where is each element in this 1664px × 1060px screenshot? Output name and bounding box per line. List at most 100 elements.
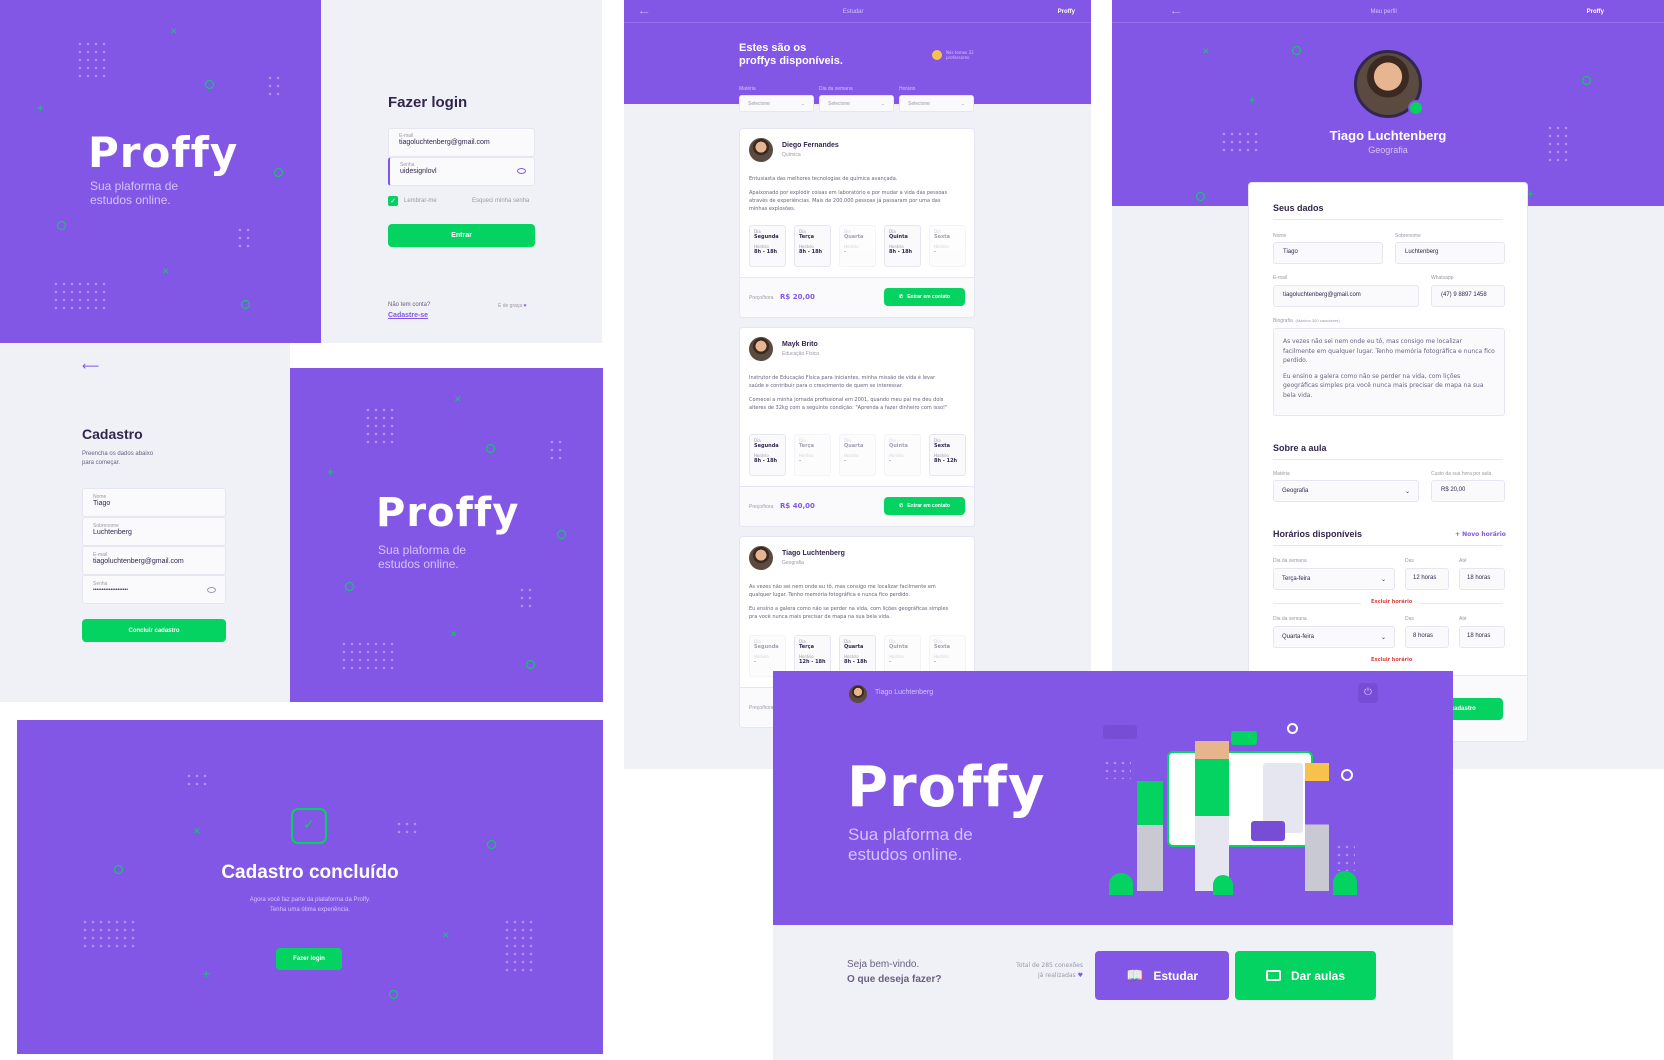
- delete-schedule-link[interactable]: Excluir horário: [1371, 599, 1412, 605]
- go-to-login-button[interactable]: Fazer login: [276, 948, 342, 970]
- signup-name-field[interactable]: Nome Tiago: [82, 488, 226, 517]
- bio-textarea[interactable]: As vezes não sei nem onde eu tô, mas con…: [1273, 328, 1505, 416]
- from-input[interactable]: 12 horas: [1405, 568, 1449, 590]
- delete-schedule-link[interactable]: Excluir horário: [1371, 657, 1412, 663]
- person-illustration: [1195, 741, 1229, 891]
- whatsapp-input[interactable]: (47) 9 8897 1458: [1431, 285, 1505, 307]
- signup-subtitle: Preencha os dados abaixo para começar.: [82, 451, 154, 466]
- field-label: Biografia (Máximo 300 caracteres): [1273, 318, 1340, 324]
- study-button[interactable]: 📖 Estudar: [1095, 951, 1229, 1000]
- login-button[interactable]: Entrar: [388, 224, 535, 247]
- signup-email-field[interactable]: E-mail tiagoluchtenberg@gmail.com: [82, 546, 226, 575]
- forgot-password-link[interactable]: Esqueci minha senha: [472, 198, 529, 204]
- eye-icon[interactable]: [517, 168, 526, 174]
- day-box: Dia Quarta Horário -: [839, 225, 876, 267]
- eye-icon[interactable]: [207, 587, 216, 593]
- subject-filter-select[interactable]: Selecione ⌄: [739, 95, 814, 112]
- search-icon: [526, 660, 535, 669]
- field-label: Até: [1459, 616, 1467, 622]
- to-input[interactable]: 18 horas: [1459, 626, 1505, 648]
- teacher-bio: As vezes não sei nem onde eu tô, mas con…: [749, 584, 949, 620]
- field-label: Dia da semana: [1273, 558, 1307, 564]
- camera-icon[interactable]: [1408, 100, 1424, 116]
- email-field[interactable]: E-mail tiagoluchtenberg@gmail.com: [388, 128, 535, 157]
- price-value: R$ 40,00: [780, 502, 815, 510]
- success-panel: ✕ ✕ + ✓ Cadastro concluído Agora você fa…: [17, 720, 603, 1054]
- chevron-down-icon: ⌄: [1404, 488, 1410, 495]
- chevron-down-icon: ⌄: [800, 100, 805, 107]
- person-illustration: [1137, 781, 1163, 891]
- contact-button[interactable]: ✆ Entrar em contato: [884, 497, 965, 515]
- weekday-select[interactable]: Terça-feira ⌄: [1273, 568, 1395, 590]
- signup-submit-button[interactable]: Concluir cadastro: [82, 619, 226, 642]
- contact-button[interactable]: ✆ Entrar em contato: [884, 288, 965, 306]
- power-off-button[interactable]: ⏻: [1358, 683, 1378, 703]
- weekday-select[interactable]: Quarta-feira ⌄: [1273, 626, 1395, 648]
- teacher-subject: Geografia: [782, 560, 804, 566]
- price-label: Preço/hora: [749, 705, 774, 711]
- dot-pattern: [395, 820, 419, 836]
- signup-surname-field[interactable]: Sobrenome Luchtenberg: [82, 517, 226, 546]
- profile-name: Tiago Luchtenberg: [1329, 128, 1447, 143]
- dot-pattern: [503, 918, 535, 974]
- remember-checkbox[interactable]: ✓: [388, 196, 398, 206]
- chevron-down-icon: ⌄: [960, 100, 965, 107]
- study-page: ⟵ Estudar Proffy Estes são os proffys dis…: [624, 0, 1091, 769]
- user-name[interactable]: Tiago Luchtenberg: [875, 689, 933, 696]
- field-label: Matéria: [1273, 471, 1290, 477]
- password-field[interactable]: Senha uidesignlovl: [388, 157, 535, 186]
- header-title: Estudar: [842, 9, 864, 15]
- section-title: Horários disponíveis: [1273, 529, 1363, 539]
- new-schedule-link[interactable]: + Novo horário: [1455, 531, 1506, 538]
- back-arrow-icon[interactable]: ⟵: [82, 359, 99, 373]
- search-icon: [241, 300, 250, 309]
- field-label: Nome: [1273, 233, 1287, 239]
- chevron-down-icon: ⌄: [1380, 576, 1386, 583]
- free-label: É de graça ♥: [498, 303, 527, 309]
- heart-icon: ♥: [523, 303, 527, 309]
- dot-pattern: [340, 640, 396, 672]
- teach-button[interactable]: Dar aulas: [1235, 951, 1376, 1000]
- login-brand-panel: ✕ ✕ + Proffy Sua plaforma de estudos onli…: [0, 0, 321, 343]
- dot-pattern: [548, 438, 564, 462]
- email-input[interactable]: tiagoluchtenberg@gmail.com: [1273, 285, 1419, 307]
- weekday-filter-select[interactable]: Selecione ⌄: [819, 95, 894, 112]
- time-filter-select[interactable]: Selecione ⌄: [899, 95, 974, 112]
- day-box: Dia Quinta Horário -: [884, 434, 921, 476]
- user-avatar[interactable]: [849, 685, 867, 703]
- signup-form-panel: ⟵ Cadastro Preencha os dados abaixo para …: [0, 343, 290, 702]
- welcome-text: Seja bem-vindo. O que deseja fazer?: [847, 959, 942, 985]
- hero-illustration: [1103, 723, 1363, 903]
- back-arrow-icon[interactable]: ⟵: [640, 9, 649, 16]
- back-arrow-icon[interactable]: ⟵: [1172, 9, 1181, 16]
- logo: Proffy: [376, 490, 520, 536]
- signup-password-field[interactable]: Senha ••••••••••••••••••••: [82, 575, 226, 604]
- to-input[interactable]: 18 horas: [1459, 568, 1505, 590]
- card-footer: Preço/hora R$ 40,00 ✆ Entrar em contato: [740, 486, 974, 526]
- day-box: Dia Segunda Horário 8h - 18h: [749, 434, 786, 476]
- connections-total: Total de 285 conexões já realizadas ♥: [1016, 962, 1083, 979]
- name-input[interactable]: Tiago: [1273, 242, 1383, 264]
- dot-pattern: [76, 40, 108, 80]
- cost-input[interactable]: R$ 20,00: [1431, 480, 1505, 502]
- card-footer: Preço/hora R$ 20,00 ✆ Entrar em contato: [740, 277, 974, 317]
- from-input[interactable]: 8 horas: [1405, 626, 1449, 648]
- dot-pattern: [236, 226, 252, 250]
- signup-link[interactable]: Cadastre-se: [388, 312, 428, 319]
- price-value: R$ 20,00: [780, 293, 815, 301]
- surname-input[interactable]: Luchtenberg: [1395, 242, 1505, 264]
- header-title: Meu perfil: [1370, 9, 1397, 15]
- price-label: Preço/hora: [749, 295, 774, 301]
- profile-form-card: Seus dados Nome Tiago Sobrenome Luchtenb…: [1248, 182, 1528, 742]
- teacher-count-badge: Nós temos 32 professores.: [932, 50, 974, 61]
- tagline: Sua plaforma de estudos online.: [90, 179, 179, 207]
- teacher-name: Mayk Brito: [782, 341, 818, 348]
- person-illustration: [1305, 763, 1329, 891]
- filter-label: Matéria: [739, 86, 756, 92]
- section-title: Sobre a aula: [1273, 443, 1327, 453]
- landing-logo: Proffy: [847, 755, 1046, 820]
- field-label: Das: [1405, 616, 1414, 622]
- subject-select[interactable]: Geografia ⌄: [1273, 480, 1419, 502]
- dot-pattern: [266, 74, 282, 98]
- teacher-name: Diego Fernandes: [782, 142, 839, 149]
